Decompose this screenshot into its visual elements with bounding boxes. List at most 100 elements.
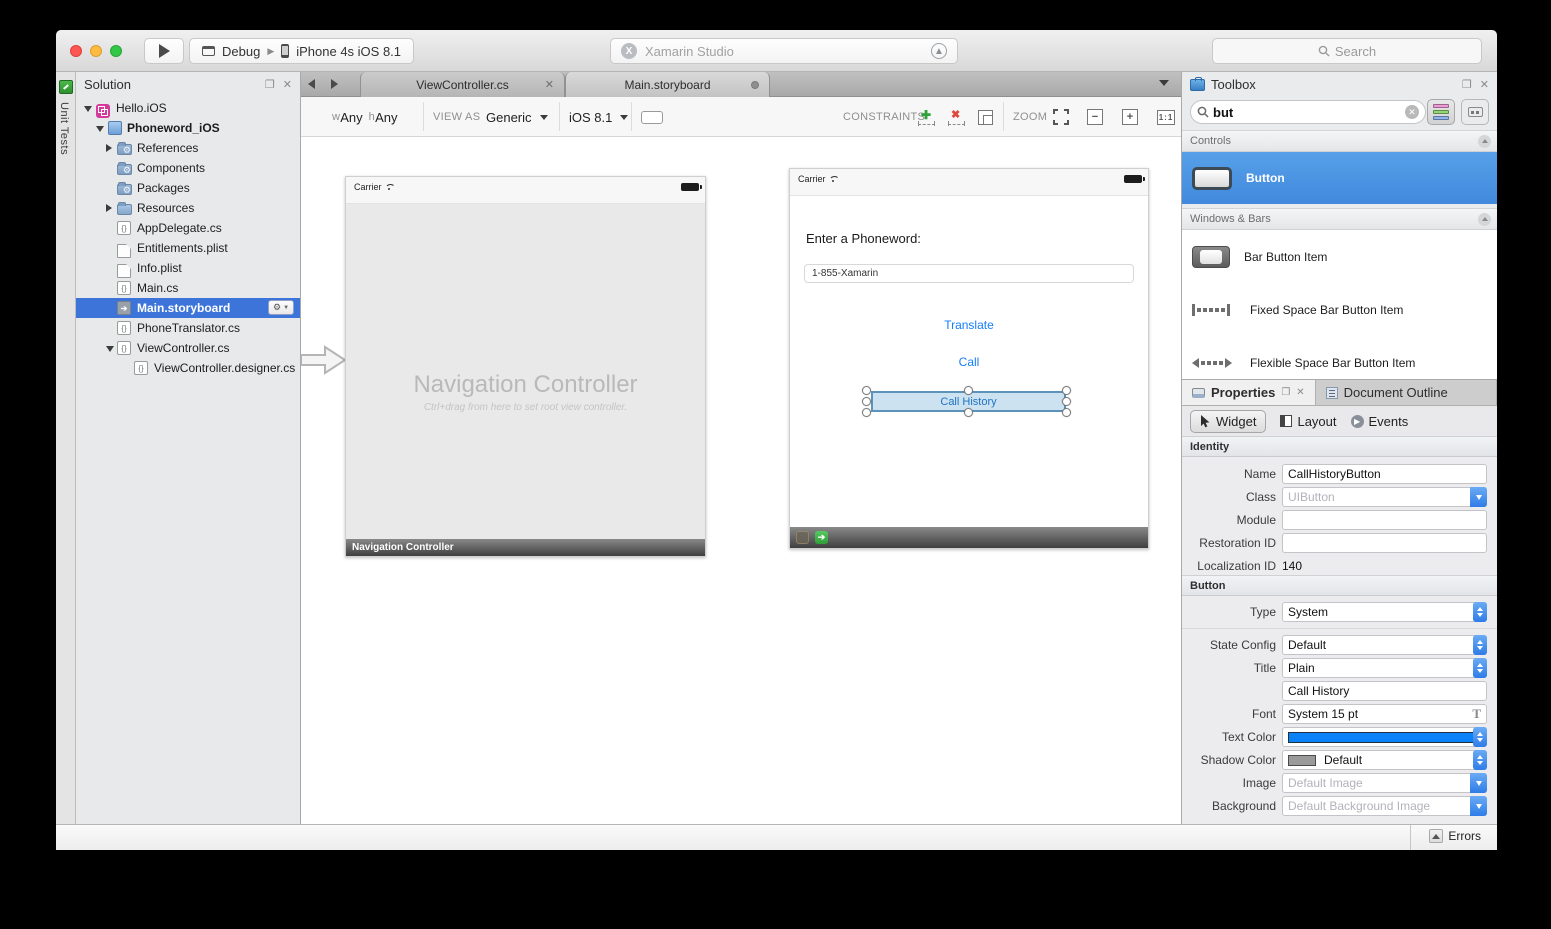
- mode-widget-button[interactable]: Widget: [1190, 410, 1266, 433]
- tree-item-project[interactable]: Phoneword_iOS: [76, 118, 300, 138]
- class-input[interactable]: [1288, 490, 1481, 504]
- unit-tests-tab[interactable]: Unit Tests: [58, 102, 70, 155]
- text-color-dropdown[interactable]: [1282, 727, 1487, 747]
- tree-item-packages[interactable]: ⚙Packages: [76, 178, 300, 198]
- background-combo[interactable]: [1282, 796, 1487, 816]
- remove-constraint-button[interactable]: ✖: [948, 97, 965, 137]
- exit-segue-icon[interactable]: ➔: [815, 531, 828, 544]
- toolbox-item-button[interactable]: Button: [1182, 152, 1497, 204]
- stepper-icon[interactable]: [1473, 602, 1487, 622]
- mode-events-button[interactable]: ▶ Events: [1351, 414, 1409, 429]
- selection-handle[interactable]: [1062, 386, 1071, 395]
- expander-icon[interactable]: [106, 144, 112, 152]
- module-input[interactable]: [1288, 513, 1481, 527]
- update-frames-button[interactable]: [978, 97, 993, 137]
- navigate-forward-icon[interactable]: [331, 79, 338, 89]
- clear-search-icon[interactable]: ✕: [1405, 105, 1419, 119]
- close-pad-icon[interactable]: ✕: [1480, 78, 1489, 91]
- zoom-actual-size-button[interactable]: 1:1: [1157, 97, 1175, 137]
- phoneword-text-field[interactable]: 1-855-Xamarin: [804, 264, 1134, 283]
- global-search-field[interactable]: Search: [1212, 38, 1482, 64]
- navigation-controller-body[interactable]: Navigation Controller Ctrl+drag from her…: [346, 204, 705, 539]
- image-input[interactable]: [1288, 776, 1481, 790]
- errors-pad-button[interactable]: Errors: [1429, 829, 1481, 843]
- orientation-button[interactable]: [641, 97, 663, 137]
- combo-arrow-icon[interactable]: [1470, 796, 1487, 816]
- device-family-dropdown[interactable]: Generic: [486, 97, 548, 137]
- button-title-input[interactable]: [1288, 684, 1481, 698]
- font-picker-icon[interactable]: T: [1472, 706, 1481, 722]
- zoom-window-button[interactable]: [110, 45, 122, 57]
- toolbox-item-fixed-space[interactable]: Fixed Space Bar Button Item: [1182, 283, 1497, 336]
- image-combo[interactable]: [1282, 773, 1487, 793]
- state-config-dropdown[interactable]: Default: [1282, 635, 1487, 655]
- class-combo[interactable]: [1282, 487, 1487, 507]
- stepper-icon[interactable]: [1473, 727, 1487, 747]
- zoom-out-button[interactable]: −: [1087, 97, 1103, 137]
- selection-handle[interactable]: [862, 397, 871, 406]
- combo-arrow-icon[interactable]: [1470, 487, 1487, 507]
- os-version-dropdown[interactable]: iOS 8.1: [569, 97, 628, 137]
- phoneword-prompt-label[interactable]: Enter a Phoneword:: [806, 231, 921, 246]
- toolbox-item-bar-button[interactable]: Bar Button Item: [1182, 230, 1497, 283]
- module-field[interactable]: [1282, 510, 1487, 530]
- close-tab-icon[interactable]: ✕: [545, 78, 554, 91]
- stepper-icon[interactable]: [1473, 635, 1487, 655]
- close-pad-icon[interactable]: ✕: [1296, 387, 1304, 398]
- mode-layout-button[interactable]: Layout: [1280, 414, 1336, 429]
- restoration-id-input[interactable]: [1288, 536, 1481, 550]
- storyboard-canvas[interactable]: Carrier Navigation Controller Ctrl+drag …: [301, 137, 1181, 824]
- selection-handle[interactable]: [1062, 408, 1071, 417]
- selection-handle[interactable]: [964, 386, 973, 395]
- tree-item-mainstoryboard[interactable]: ➔Main.storyboard⚙▼: [76, 298, 300, 318]
- tab-document-outline[interactable]: Document Outline: [1316, 380, 1497, 405]
- zoom-fit-button[interactable]: [1053, 97, 1069, 137]
- selection-handle[interactable]: [862, 408, 871, 417]
- tree-item-resources[interactable]: Resources: [76, 198, 300, 218]
- dock-pad-icon[interactable]: ❐: [1462, 78, 1472, 91]
- dock-pad-icon[interactable]: ❐: [1281, 387, 1290, 398]
- upload-arrow-icon[interactable]: ▲: [931, 43, 947, 59]
- tree-item-entitlements[interactable]: Entitlements.plist: [76, 238, 300, 258]
- minimize-window-button[interactable]: [90, 45, 102, 57]
- toolbox-section-windows-bars[interactable]: Windows & Bars: [1182, 208, 1497, 230]
- dock-pad-icon[interactable]: ❐: [265, 78, 275, 91]
- compact-view-button[interactable]: [1461, 99, 1489, 125]
- toolbox-search-field[interactable]: ✕: [1190, 100, 1426, 124]
- expander-icon[interactable]: [84, 106, 92, 112]
- navigation-controller-scene[interactable]: Carrier Navigation Controller Ctrl+drag …: [345, 176, 706, 557]
- background-input[interactable]: [1288, 799, 1481, 813]
- title-style-dropdown[interactable]: Plain: [1282, 658, 1487, 678]
- shadow-color-dropdown[interactable]: Default: [1282, 750, 1487, 770]
- selection-handle[interactable]: [1062, 397, 1071, 406]
- tree-item-references[interactable]: ⚙References: [76, 138, 300, 158]
- storyboard-entry-arrow-icon[interactable]: [301, 343, 347, 377]
- name-field[interactable]: [1282, 464, 1487, 484]
- stepper-icon[interactable]: [1473, 750, 1487, 770]
- configuration-selector[interactable]: Debug ▶ iPhone 4s iOS 8.1: [189, 38, 414, 64]
- selection-handle[interactable]: [964, 408, 973, 417]
- close-window-button[interactable]: [70, 45, 82, 57]
- tree-item-viewcontroller[interactable]: {}ViewController.cs: [76, 338, 300, 358]
- tab-properties[interactable]: Properties ❐✕: [1182, 380, 1316, 405]
- navigate-back-icon[interactable]: [308, 79, 315, 89]
- expander-icon[interactable]: [106, 204, 112, 212]
- translate-button[interactable]: Translate: [790, 318, 1148, 332]
- tab-list-dropdown-icon[interactable]: [1159, 80, 1169, 86]
- type-dropdown[interactable]: System: [1282, 602, 1487, 622]
- tree-item-maincs[interactable]: {}Main.cs: [76, 278, 300, 298]
- tree-item-components[interactable]: ⚙Components: [76, 158, 300, 178]
- add-constraint-button[interactable]: ✚: [918, 97, 935, 137]
- tab-mainstoryboard[interactable]: Main.storyboard: [565, 72, 770, 97]
- view-controller-icon[interactable]: [796, 531, 809, 544]
- ide-status-field[interactable]: X Xamarin Studio ▲: [610, 38, 958, 64]
- item-options-button[interactable]: ⚙▼: [268, 300, 294, 315]
- tree-item-phonetranslator[interactable]: {}PhoneTranslator.cs: [76, 318, 300, 338]
- list-view-button[interactable]: [1427, 99, 1455, 125]
- stepper-icon[interactable]: [1473, 658, 1487, 678]
- collapse-section-icon[interactable]: [1478, 213, 1491, 226]
- name-input[interactable]: [1288, 467, 1481, 481]
- collapse-section-icon[interactable]: [1478, 135, 1491, 148]
- tree-item-infoplist[interactable]: Info.plist: [76, 258, 300, 278]
- close-pad-icon[interactable]: ✕: [283, 78, 292, 91]
